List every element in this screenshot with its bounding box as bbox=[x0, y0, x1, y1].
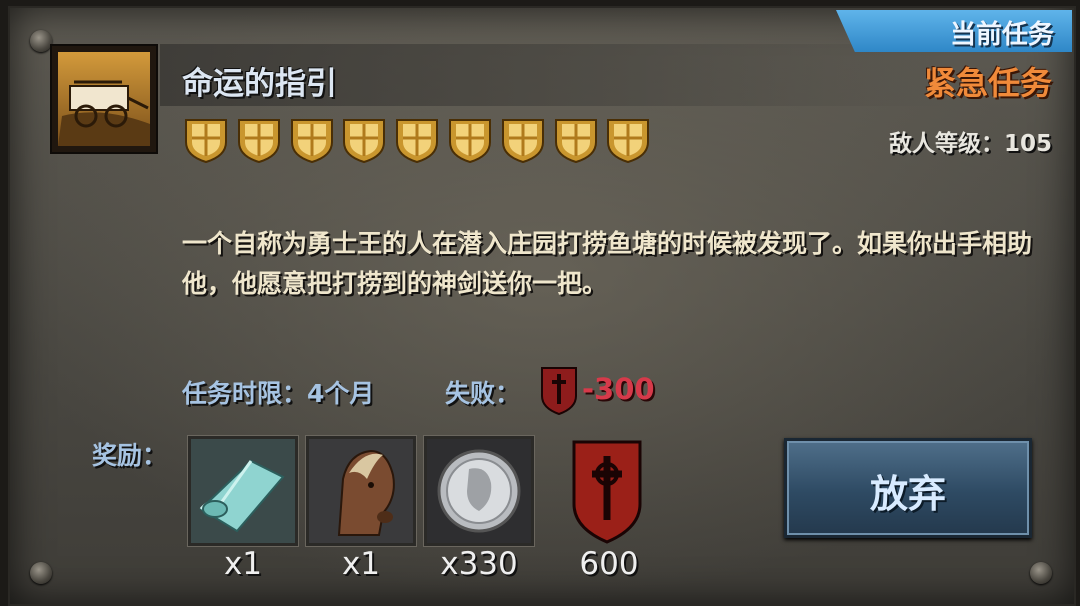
star-shield-icon bbox=[288, 116, 336, 164]
reward-qty: x1 bbox=[223, 546, 263, 582]
reward-slot-horse[interactable] bbox=[306, 436, 416, 546]
cloth-roll-icon bbox=[191, 439, 295, 543]
reward-slot-cloth[interactable] bbox=[188, 436, 298, 546]
star-shield-icon bbox=[552, 116, 600, 164]
time-limit: 任务时限：4个月 bbox=[182, 379, 375, 408]
tab-current-quest[interactable]: 当前任务 bbox=[836, 10, 1072, 52]
star-shield-icon bbox=[446, 116, 494, 164]
caravan-wagon-icon bbox=[50, 44, 158, 154]
star-shield-icon bbox=[340, 116, 388, 164]
fail-penalty: -300 bbox=[582, 372, 655, 406]
horse-icon bbox=[309, 439, 413, 543]
honor-shield-icon bbox=[572, 440, 642, 544]
star-shield-icon bbox=[499, 116, 547, 164]
fail-label: 失败： bbox=[445, 379, 521, 408]
corner-nail-icon bbox=[30, 562, 52, 584]
enemy-level: 敌人等级：105 bbox=[888, 131, 1052, 157]
quest-description: 一个自称为勇士王的人在潜入庄园打捞鱼塘的时候被发现了。如果你出手相助他，他愿意把… bbox=[182, 229, 1033, 298]
quest-title: 命运的指引 bbox=[182, 66, 337, 102]
star-shield-icon bbox=[235, 116, 283, 164]
reward-qty: 600 bbox=[579, 546, 639, 582]
abandon-button[interactable]: 放弃 bbox=[784, 438, 1032, 538]
abandon-button-label: 放弃 bbox=[869, 472, 946, 516]
silver-coin-icon bbox=[427, 439, 531, 543]
reward-qty: x1 bbox=[341, 546, 381, 582]
reward-qty: x330 bbox=[440, 546, 518, 582]
urgent-status: 紧急任务 bbox=[923, 64, 1052, 102]
honor-shield-icon bbox=[540, 366, 578, 416]
reward-label: 奖励： bbox=[92, 441, 168, 470]
corner-nail-icon bbox=[30, 30, 52, 52]
reward-slot-coin[interactable] bbox=[424, 436, 534, 546]
star-shield-icon bbox=[182, 116, 230, 164]
corner-nail-icon bbox=[1030, 562, 1052, 584]
star-shield-icon bbox=[393, 116, 441, 164]
tab-current-quest-label: 当前任务 bbox=[949, 20, 1054, 50]
star-shield-icon bbox=[604, 116, 652, 164]
